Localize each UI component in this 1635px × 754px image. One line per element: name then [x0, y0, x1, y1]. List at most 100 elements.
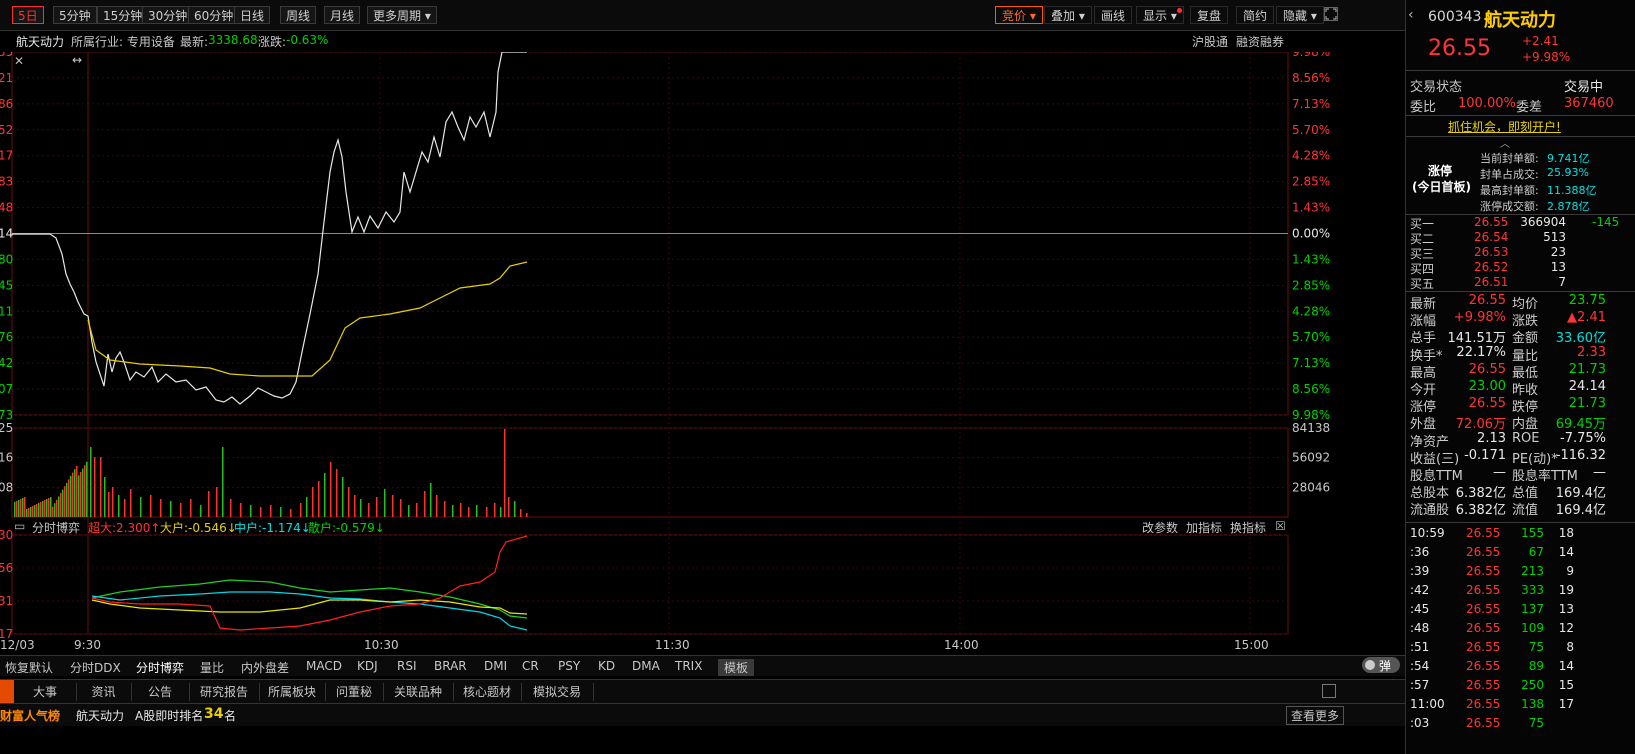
- tick-price: 26.55: [1466, 564, 1501, 578]
- price-tick-label: 42: [0, 356, 13, 370]
- volume-bar: [90, 447, 92, 517]
- price-tick-label: 73: [0, 408, 13, 422]
- tab-sectors[interactable]: 所属板块: [259, 683, 326, 701]
- volume-bar: [124, 499, 126, 517]
- period-60min-button[interactable]: 60分钟: [188, 6, 240, 24]
- tab-trix[interactable]: TRIX: [675, 659, 702, 673]
- quote-panel: ‹ 600343 航天动力 26.55 +2.41 +9.98% 交易状态 交易…: [1405, 0, 1635, 754]
- pct-tick-label: 7.13%: [1292, 356, 1330, 370]
- volume-bar: [336, 469, 338, 517]
- tab-flow-game[interactable]: 分时博弈: [136, 659, 184, 676]
- tab-research[interactable]: 研究报告: [189, 683, 260, 701]
- stat-label: 涨停: [1410, 400, 1437, 416]
- minus-icon[interactable]: ▭: [14, 519, 25, 533]
- period-15min-button[interactable]: 15分钟: [97, 6, 149, 24]
- auction-button[interactable]: 竞价 ▾: [995, 6, 1043, 24]
- replay-button[interactable]: 复盘: [1190, 6, 1229, 24]
- simple-button[interactable]: 简约: [1236, 6, 1275, 24]
- tick-time: :03: [1410, 716, 1430, 730]
- pct-tick-label: 0.00%: [1292, 227, 1330, 241]
- diff-label: 委差: [1516, 100, 1543, 115]
- overlay-button[interactable]: 叠加 ▾: [1044, 6, 1092, 24]
- volume-bar: [20, 499, 22, 517]
- flow-small-label: 散户:-0.579↓: [308, 521, 385, 535]
- volume-bar: [330, 462, 332, 517]
- change-value: -0.63%: [286, 33, 329, 47]
- edit-params-button[interactable]: 改参数: [1142, 519, 1178, 536]
- tab-brar[interactable]: BRAR: [434, 659, 467, 673]
- flow-tick-label: 56: [0, 561, 13, 575]
- close-icon[interactable]: ☒: [1275, 519, 1286, 533]
- tab-restore-default[interactable]: 恢复默认: [5, 659, 53, 676]
- tab-related[interactable]: 关联品种: [383, 683, 454, 701]
- expand-panel-icon[interactable]: [1322, 684, 1336, 698]
- period-weekly-button[interactable]: 周线: [280, 6, 317, 24]
- volume-bar: [30, 507, 32, 517]
- open-account-link[interactable]: 抓住机会，即刻开户!: [1448, 118, 1561, 135]
- intraday-chart[interactable]: 55 9.98% 21 8.56% 86 7.13% 52 5.70% 17 4.28% 83 2.8…: [0, 52, 1345, 657]
- flow-super-line: [91, 535, 528, 631]
- draw-line-button[interactable]: 画线: [1094, 6, 1133, 24]
- bid-volume: 23: [1550, 245, 1566, 259]
- tab-inner-outer[interactable]: 内外盘差: [241, 659, 289, 676]
- tab-events[interactable]: 大事: [14, 683, 77, 701]
- volume-bar: [78, 475, 80, 517]
- tab-rsi[interactable]: RSI: [397, 659, 417, 673]
- resize-arrow-icon[interactable]: ↔: [72, 53, 82, 67]
- tab-psy[interactable]: PSY: [558, 659, 580, 673]
- period-monthly-button[interactable]: 月线: [324, 6, 361, 24]
- close-chart-icon[interactable]: ✕: [14, 54, 24, 68]
- volume-bar: [508, 497, 510, 517]
- stat-value: 23.75: [1568, 293, 1606, 308]
- tab-kd[interactable]: KD: [598, 659, 615, 673]
- back-arrow-icon[interactable]: ‹: [1408, 7, 1414, 23]
- hk-connect-tag[interactable]: 沪股通: [1192, 33, 1228, 50]
- tick-time: 11:00: [1410, 697, 1445, 711]
- tab-sim-trade[interactable]: 模拟交易: [521, 683, 594, 701]
- tab-volume-ratio[interactable]: 量比: [200, 659, 224, 676]
- tab-kdj[interactable]: KDJ: [357, 659, 378, 673]
- tab-core-themes[interactable]: 核心题材: [453, 683, 522, 701]
- tick-price: 26.55: [1466, 602, 1501, 616]
- rank-label: A股即时排名: [135, 709, 204, 723]
- collapse-caret-icon[interactable]: ︿: [1500, 135, 1510, 150]
- volume-bar: [318, 481, 320, 517]
- volume-bar: [240, 503, 242, 517]
- volume-bar: [36, 504, 38, 517]
- volume-bar: [460, 503, 462, 517]
- pct-tick-label: 8.56%: [1292, 71, 1330, 85]
- period-30min-button[interactable]: 30分钟: [142, 6, 194, 24]
- stat-label: 收益(三): [1410, 451, 1460, 467]
- tab-news[interactable]: 资讯: [76, 683, 132, 701]
- tab-board-secretary[interactable]: 问董秘: [325, 683, 384, 701]
- tab-cr[interactable]: CR: [522, 659, 539, 673]
- fullscreen-icon[interactable]: [1324, 7, 1338, 21]
- period-5day-button[interactable]: 5日: [12, 6, 44, 24]
- more-periods-dropdown[interactable]: 更多周期 ▾: [367, 6, 437, 24]
- tab-ddx[interactable]: 分时DDX: [70, 659, 121, 676]
- tab-template[interactable]: 模板: [718, 659, 755, 676]
- stat-value: 2.33: [1577, 344, 1606, 360]
- volume-bar: [280, 507, 282, 517]
- add-indicator-button[interactable]: 加指标: [1186, 519, 1222, 536]
- latest-label: 最新:: [180, 35, 209, 49]
- tick-volume: 213: [1521, 564, 1544, 578]
- hide-button[interactable]: 隐藏 ▾: [1276, 6, 1324, 24]
- pane-frame: [11, 534, 1289, 635]
- tab-dma[interactable]: DMA: [632, 659, 660, 673]
- bid-volume: 366904: [1520, 215, 1566, 229]
- tab-announcements[interactable]: 公告: [131, 683, 190, 701]
- volume-bar: [38, 503, 40, 517]
- margin-trading-tag[interactable]: 融资融券: [1236, 33, 1284, 50]
- tab-macd[interactable]: MACD: [306, 659, 342, 673]
- tab-dmi[interactable]: DMI: [484, 659, 507, 673]
- volume-bar: [376, 497, 378, 517]
- volume-tick-label: 28046: [1292, 480, 1330, 494]
- switch-indicator-button[interactable]: 换指标: [1230, 519, 1266, 536]
- popup-toggle[interactable]: 弹: [1362, 657, 1400, 673]
- stock-name: 航天动力: [1484, 10, 1556, 31]
- view-more-button[interactable]: 查看更多: [1286, 706, 1345, 725]
- period-5min-button[interactable]: 5分钟: [53, 6, 97, 24]
- period-daily-button[interactable]: 日线: [234, 6, 271, 24]
- average-price-line: [87, 261, 528, 377]
